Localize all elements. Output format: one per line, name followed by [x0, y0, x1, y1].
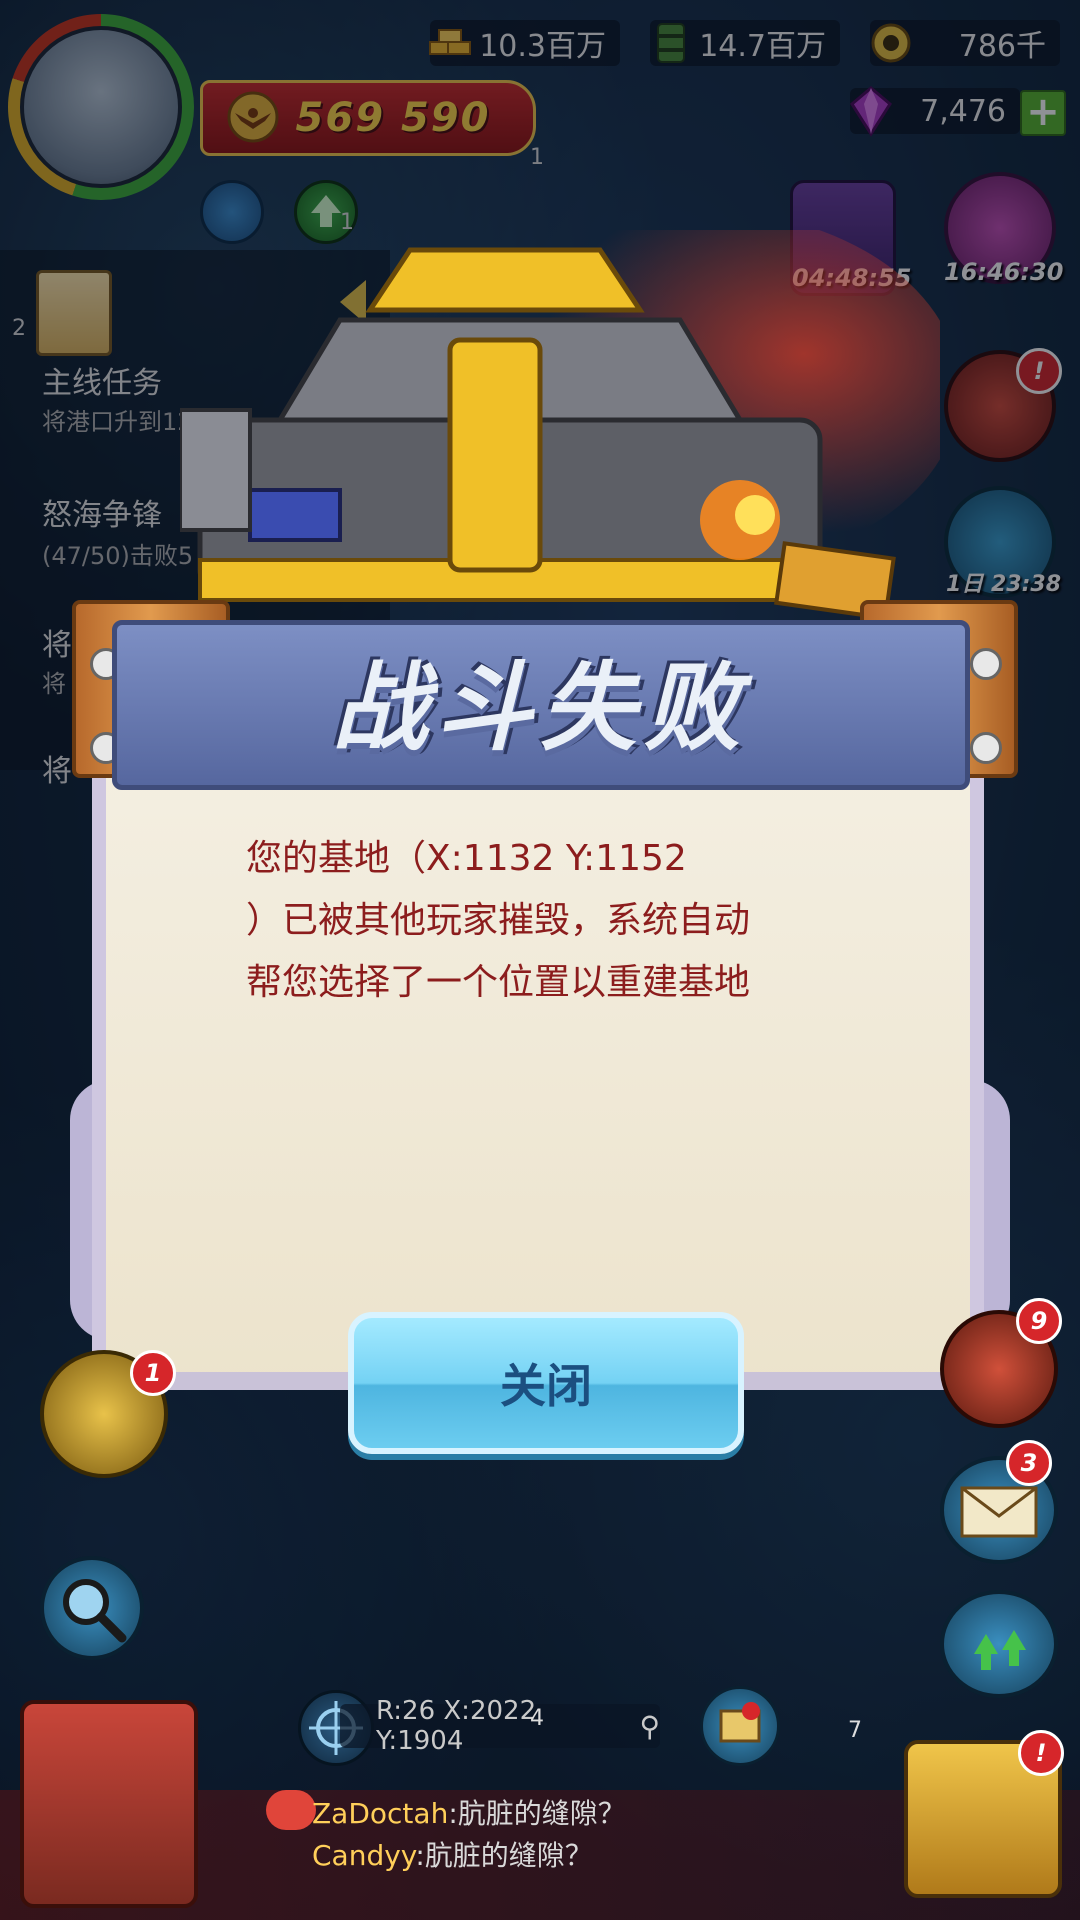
chat-text-2: 肮脏的缝隙？ — [424, 1839, 593, 1872]
close-button[interactable]: 关闭 — [348, 1312, 744, 1454]
chat-line-1: ZaDoctah:肮脏的缝隙？ — [312, 1797, 626, 1830]
dialog-title: 战斗失败 — [332, 652, 748, 764]
upgrade-book-button[interactable] — [940, 1590, 1058, 1698]
chat-name-2[interactable]: Candyy — [312, 1839, 415, 1872]
unit-count-a: 4 — [530, 1706, 544, 1731]
home-base-button[interactable] — [20, 1700, 198, 1908]
message-line-2: ）已被其他玩家摧毁，系统自动 — [246, 900, 751, 941]
inventory-badge: ! — [1018, 1730, 1064, 1776]
map-pin-icon — [719, 1702, 761, 1743]
search-button[interactable] — [40, 1556, 144, 1660]
mail-badge: 3 — [1006, 1440, 1052, 1486]
bookmark-button[interactable] — [700, 1686, 780, 1766]
upgrade-arrows-icon — [974, 1630, 1026, 1670]
unit-count-b: 7 — [848, 1718, 862, 1743]
message-line-1: 您的基地（X:1132 Y:1152 — [246, 838, 687, 879]
march-badge: 1 — [130, 1350, 176, 1396]
scout-badge: 9 — [1016, 1298, 1062, 1344]
chat-bubble-icon[interactable] — [266, 1790, 316, 1830]
destroyed-base-icon — [180, 230, 940, 621]
chat-text-1: 肮脏的缝隙？ — [457, 1797, 626, 1830]
chat-name-1[interactable]: ZaDoctah — [312, 1797, 448, 1830]
chat-line-2: Candyy:肮脏的缝隙？ — [312, 1839, 593, 1872]
magnifier-icon — [63, 1579, 127, 1643]
coordinates-text: R:26 X:2022 Y:1904 — [376, 1696, 537, 1756]
search-small-icon[interactable]: ⚲ — [639, 1710, 660, 1743]
message-line-3: 帮您选择了一个位置以重建基地 — [246, 962, 751, 1003]
map-coordinates[interactable]: R:26 X:2022 Y:1904 ⚲ — [340, 1696, 660, 1756]
dialog-message: 您的基地（X:1132 Y:1152 ）已被其他玩家摧毁，系统自动 帮您选择了一… — [246, 828, 826, 1014]
